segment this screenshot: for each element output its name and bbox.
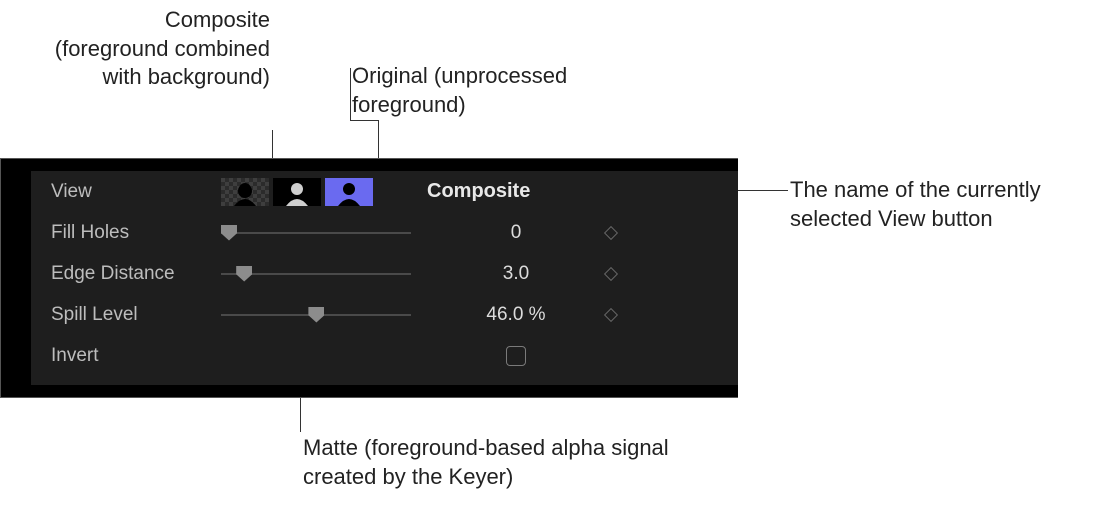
callout-view-name: The name of the currently selected View …	[790, 176, 1050, 233]
view-matte-button[interactable]	[273, 178, 321, 206]
spill-level-slider[interactable]	[221, 304, 411, 326]
edge-distance-label: Edge Distance	[51, 263, 221, 285]
fill-holes-label: Fill Holes	[51, 222, 221, 244]
slider-thumb[interactable]	[221, 225, 237, 241]
fill-holes-row: Fill Holes 0	[31, 212, 738, 253]
spill-level-keyframe[interactable]	[581, 304, 641, 325]
invert-checkbox-cell	[451, 346, 581, 366]
inspector-panel: View	[0, 158, 738, 398]
keyframe-icon	[604, 308, 618, 322]
edge-distance-value[interactable]: 3.0	[451, 263, 581, 285]
invert-label: Invert	[51, 345, 221, 367]
keyframe-icon	[604, 267, 618, 281]
edge-distance-keyframe[interactable]	[581, 263, 641, 284]
slider-thumb[interactable]	[236, 266, 252, 282]
spill-level-row: Spill Level 46.0 %	[31, 294, 738, 335]
spill-level-label: Spill Level	[51, 304, 221, 326]
invert-checkbox[interactable]	[506, 346, 526, 366]
view-label: View	[51, 181, 221, 203]
slider-track	[221, 232, 411, 234]
view-composite-button[interactable]	[221, 178, 269, 206]
view-row: View	[31, 171, 738, 212]
callout-line	[350, 68, 351, 120]
callout-line	[350, 120, 378, 121]
view-selected-name: Composite	[427, 180, 530, 203]
keyframe-icon	[604, 226, 618, 240]
view-original-button[interactable]	[325, 178, 373, 206]
view-button-group	[221, 178, 373, 206]
invert-spacer	[221, 345, 411, 367]
fill-holes-value[interactable]: 0	[451, 222, 581, 244]
callout-original: Original (unprocessed foreground)	[352, 62, 572, 119]
callout-composite: Composite (foreground combined with back…	[50, 6, 270, 92]
edge-distance-row: Edge Distance 3.0	[31, 253, 738, 294]
callout-matte: Matte (foreground-based alpha signal cre…	[303, 434, 723, 491]
inspector-panel-inner: View	[31, 171, 738, 385]
spill-level-value[interactable]: 46.0 %	[451, 304, 581, 326]
fill-holes-keyframe[interactable]	[581, 222, 641, 243]
fill-holes-slider[interactable]	[221, 222, 411, 244]
slider-thumb[interactable]	[308, 307, 324, 323]
invert-row: Invert	[31, 335, 738, 376]
edge-distance-slider[interactable]	[221, 263, 411, 285]
